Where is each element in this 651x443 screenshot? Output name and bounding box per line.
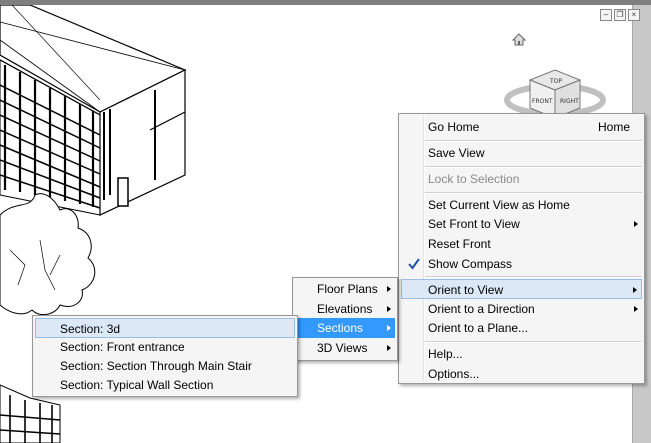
menu-item-label: Show Compass	[428, 257, 513, 271]
menu-item-go-home[interactable]: Go Home Home	[401, 117, 642, 137]
submenu-item-sections[interactable]: Sections	[295, 318, 395, 338]
menu-item-orient-to-direction[interactable]: Orient to a Direction	[401, 299, 642, 319]
submenu-arrow-icon	[634, 306, 638, 312]
submenu-item-section-typical-wall[interactable]: Section: Typical Wall Section	[35, 375, 295, 395]
menu-item-label: Section: Section Through Main Stair	[60, 359, 252, 373]
submenu-item-3d-views[interactable]: 3D Views	[295, 338, 395, 358]
checkmark-icon	[408, 258, 420, 270]
menu-separator	[425, 192, 642, 194]
menu-item-label: Section: Front entrance	[60, 340, 185, 354]
menu-item-label: Reset Front	[428, 237, 491, 251]
window-controls: – ❐ ×	[600, 9, 640, 23]
close-icon[interactable]: ×	[628, 9, 640, 21]
menu-item-label: Set Current View as Home	[428, 198, 570, 212]
minimize-icon[interactable]: –	[600, 9, 612, 21]
menu-item-label: Help...	[428, 347, 463, 361]
menu-item-label: Orient to View	[428, 283, 504, 297]
submenu-arrow-icon	[387, 286, 391, 292]
submenu-arrow-icon	[634, 221, 638, 227]
menu-separator	[425, 341, 642, 343]
menu-item-label: Save View	[428, 146, 485, 160]
submenu-item-floor-plans[interactable]: Floor Plans	[295, 279, 395, 299]
home-icon[interactable]	[512, 33, 526, 47]
submenu-arrow-icon	[387, 306, 391, 312]
menu-item-label: Section: Typical Wall Section	[60, 378, 214, 392]
menu-item-label: Go Home	[428, 120, 480, 134]
submenu-item-elevations[interactable]: Elevations	[295, 299, 395, 319]
menu-item-label: Sections	[317, 321, 364, 335]
menu-item-show-compass[interactable]: Show Compass	[401, 254, 642, 274]
menu-item-label: Elevations	[317, 302, 373, 316]
sections-submenu: Section: 3d Section: Front entrance Sect…	[32, 315, 298, 397]
menu-separator	[425, 276, 642, 278]
menu-item-label: 3D Views	[317, 341, 368, 355]
viewcube-context-menu: Go Home Home Save View Lock to Selection …	[398, 113, 645, 384]
viewcube-top-label: TOP	[549, 78, 562, 85]
menu-item-help[interactable]: Help...	[401, 344, 642, 364]
menu-item-set-front-to-view[interactable]: Set Front to View	[401, 214, 642, 234]
submenu-item-section-main-stair[interactable]: Section: Section Through Main Stair	[35, 356, 295, 376]
menu-item-label: Orient to a Plane...	[428, 321, 529, 335]
menu-item-label: Set Front to View	[428, 217, 520, 231]
submenu-arrow-icon	[633, 287, 637, 293]
menu-separator	[425, 140, 642, 142]
viewcube-front-label: FRONT	[532, 98, 553, 105]
menu-item-label: Section: 3d	[60, 322, 121, 336]
menu-item-label: Floor Plans	[317, 282, 378, 296]
menu-item-label: Lock to Selection	[428, 172, 520, 186]
submenu-item-section-3d[interactable]: Section: 3d	[35, 318, 295, 338]
submenu-arrow-icon	[387, 325, 391, 331]
viewcube[interactable]: TOP FRONT RIGHT	[504, 69, 606, 119]
menu-item-set-current-view-as-home[interactable]: Set Current View as Home	[401, 195, 642, 215]
orient-to-view-submenu: Floor Plans Elevations Sections 3D Views	[292, 277, 398, 361]
menu-item-save-view[interactable]: Save View	[401, 143, 642, 163]
menu-separator	[425, 166, 642, 168]
restore-icon[interactable]: ❐	[614, 9, 626, 21]
menu-item-orient-to-plane[interactable]: Orient to a Plane...	[401, 318, 642, 338]
shortcut-label: Home	[597, 120, 630, 134]
menu-item-reset-front[interactable]: Reset Front	[401, 234, 642, 254]
submenu-item-section-front-entrance[interactable]: Section: Front entrance	[35, 337, 295, 357]
submenu-arrow-icon	[387, 345, 391, 351]
viewcube-right-label: RIGHT	[560, 98, 579, 105]
window-frame-top	[0, 0, 651, 5]
menu-item-options[interactable]: Options...	[401, 364, 642, 384]
menu-item-lock-to-selection: Lock to Selection	[401, 169, 642, 189]
menu-item-label: Orient to a Direction	[428, 302, 535, 316]
menu-item-orient-to-view[interactable]: Orient to View	[401, 279, 642, 299]
menu-item-label: Options...	[428, 367, 480, 381]
